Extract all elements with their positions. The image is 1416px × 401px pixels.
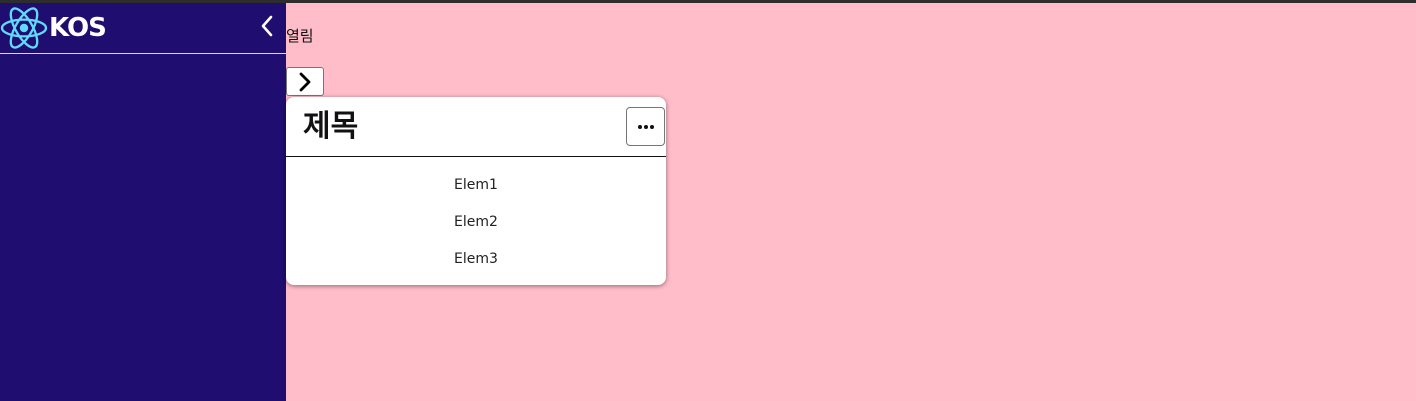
brand[interactable]: KOS — [0, 4, 107, 52]
sidebar-status-text: 열림 — [286, 27, 314, 45]
chevron-left-icon — [261, 15, 273, 37]
card: 제목 Elem1 Elem2 Elem3 — [286, 97, 666, 285]
brand-name: KOS — [49, 13, 107, 43]
card-menu-button[interactable] — [626, 107, 665, 146]
react-atom-icon — [0, 7, 48, 49]
more-horizontal-icon — [637, 124, 655, 129]
card-header: 제목 — [286, 97, 666, 157]
card-title: 제목 — [303, 109, 359, 144]
chevron-right-icon — [299, 72, 311, 91]
main-content: 열림 제목 Elem1 Elem2 Elem3 — [286, 3, 1416, 401]
card-list: Elem1 Elem2 Elem3 — [286, 167, 666, 278]
list-item-elem3[interactable]: Elem3 — [286, 241, 666, 278]
list-item-elem1[interactable]: Elem1 — [286, 167, 666, 204]
sidebar-collapse-button[interactable] — [256, 13, 278, 39]
list-item-elem2[interactable]: Elem2 — [286, 204, 666, 241]
sidebar: KOS — [0, 3, 286, 401]
expand-button[interactable] — [286, 67, 324, 96]
sidebar-header: KOS — [0, 3, 286, 54]
